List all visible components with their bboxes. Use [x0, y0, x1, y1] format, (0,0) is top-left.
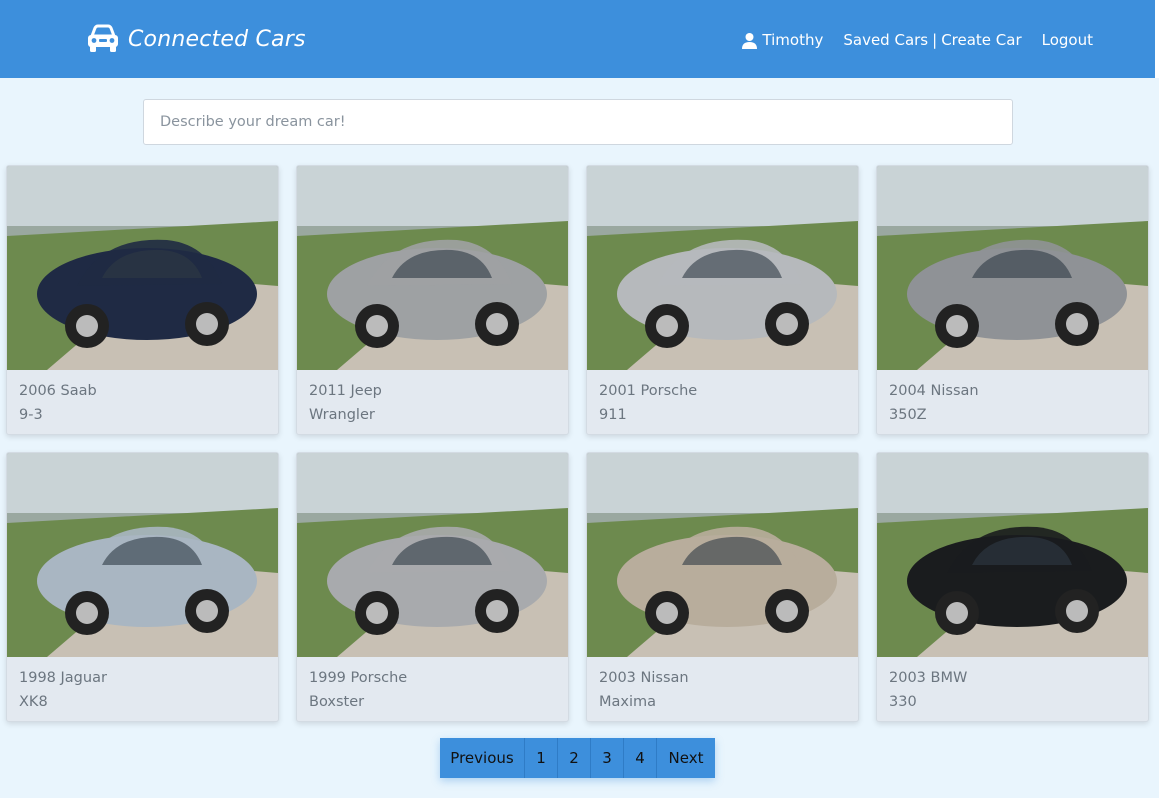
car-year-make: 2003 Nissan: [599, 670, 689, 686]
car-year-make: 2011 Jeep: [309, 383, 382, 399]
car-card[interactable]: 2011 Jeep Wrangler: [296, 165, 569, 435]
car-model: Maxima: [599, 694, 657, 710]
car-model: 330: [889, 694, 917, 710]
car-model: 911: [599, 407, 627, 423]
brand-link[interactable]: Connected Cars: [86, 22, 306, 56]
car-card-body: 2001 Porsche 911: [587, 370, 858, 434]
car-card[interactable]: 2003 Nissan Maxima: [586, 452, 859, 722]
car-card-body: 2011 Jeep Wrangler: [297, 370, 568, 434]
car-photo: [877, 166, 1148, 370]
pagination: Previous 1 2 3 4 Next: [440, 738, 715, 778]
car-photo: [297, 166, 568, 370]
user-icon: [742, 32, 758, 49]
car-card[interactable]: 1999 Porsche Boxster: [296, 452, 569, 722]
car-photo: [7, 453, 278, 657]
page-button-4[interactable]: 4: [624, 738, 657, 778]
car-icon: [88, 24, 118, 52]
car-card[interactable]: 2001 Porsche 911: [586, 165, 859, 435]
car-model: Wrangler: [309, 407, 375, 423]
search-input[interactable]: [143, 99, 1013, 145]
navbar: Connected Cars Timothy Saved Cars | Crea…: [0, 0, 1159, 78]
car-photo: [587, 453, 858, 657]
car-card-body: 2006 Saab 9-3: [7, 370, 278, 434]
nav-right: Timothy Saved Cars | Create Car Logout: [741, 28, 1093, 52]
next-page-button[interactable]: Next: [657, 738, 715, 778]
page-button-1[interactable]: 1: [525, 738, 558, 778]
logout-link[interactable]: Logout: [1042, 31, 1093, 49]
car-photo: [587, 166, 858, 370]
car-year-make: 2004 Nissan: [889, 383, 979, 399]
car-photo: [7, 166, 278, 370]
page-button-2[interactable]: 2: [558, 738, 591, 778]
car-card-body: 1999 Porsche Boxster: [297, 657, 568, 721]
car-year-make: 2001 Porsche: [599, 383, 698, 399]
car-card-body: 2003 Nissan Maxima: [587, 657, 858, 721]
car-card[interactable]: 2003 BMW 330: [876, 452, 1149, 722]
user-link[interactable]: Timothy: [741, 31, 823, 49]
car-model: XK8: [19, 694, 48, 710]
saved-cars-link[interactable]: Saved Cars: [843, 31, 928, 49]
page-button-3[interactable]: 3: [591, 738, 624, 778]
car-model: 350Z: [889, 407, 927, 423]
car-year-make: 1999 Porsche: [309, 670, 408, 686]
nav-separator: |: [932, 31, 938, 49]
previous-page-button[interactable]: Previous: [440, 738, 525, 778]
car-photo: [297, 453, 568, 657]
car-card-body: 1998 Jaguar XK8: [7, 657, 278, 721]
car-card[interactable]: 1998 Jaguar XK8: [6, 452, 279, 722]
car-model: Boxster: [309, 694, 365, 710]
brand-title: Connected Cars: [128, 26, 306, 52]
car-model: 9-3: [19, 407, 43, 423]
car-photo: [877, 453, 1148, 657]
user-name: Timothy: [762, 31, 824, 49]
car-card-body: 2004 Nissan 350Z: [877, 370, 1148, 434]
create-car-link[interactable]: Create Car: [941, 31, 1021, 49]
search-bar: [143, 99, 1013, 145]
car-year-make: 2003 BMW: [889, 670, 968, 686]
car-grid: 2006 Saab 9-3 2011 Jeep Wrangler 2001 Po…: [6, 165, 1150, 722]
car-year-make: 1998 Jaguar: [19, 670, 107, 686]
car-card-body: 2003 BMW 330: [877, 657, 1148, 721]
car-card[interactable]: 2006 Saab 9-3: [6, 165, 279, 435]
car-card[interactable]: 2004 Nissan 350Z: [876, 165, 1149, 435]
car-year-make: 2006 Saab: [19, 383, 97, 399]
